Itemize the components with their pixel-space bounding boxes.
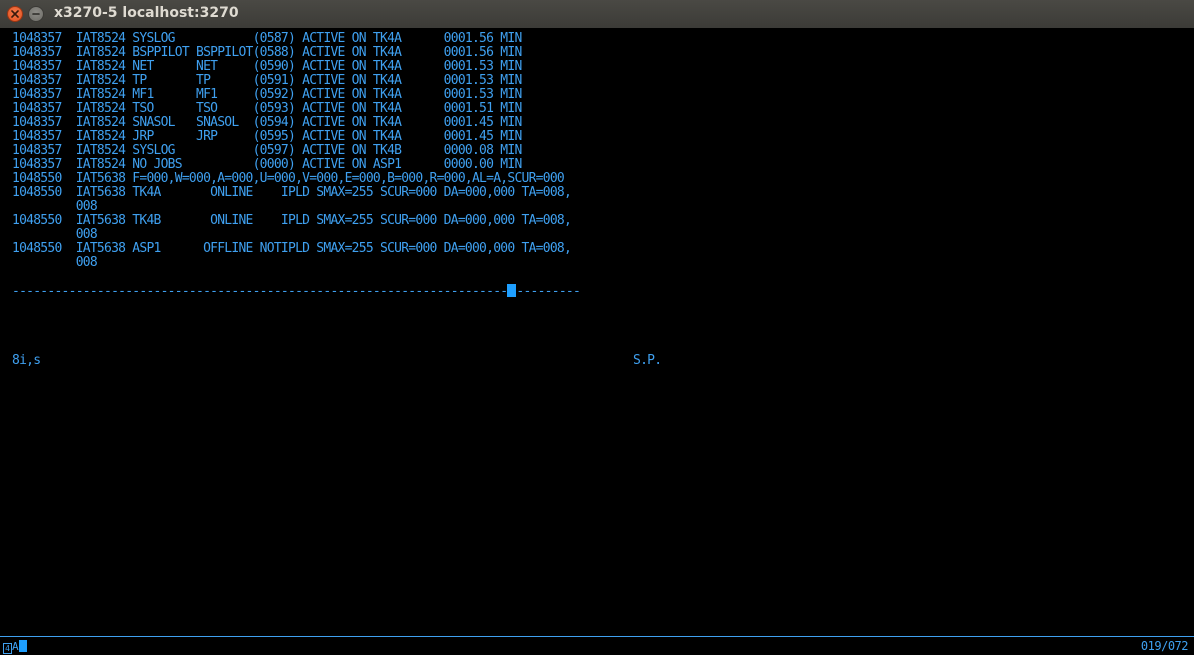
console-line: 1048357 IAT8524 BSPPILOT BSPPILOT(0588) … xyxy=(12,45,522,60)
console-line: 1048357 IAT8524 TP TP (0591) ACTIVE ON T… xyxy=(12,73,522,88)
console-output: 1048357 IAT8524 SYSLOG (0587) ACTIVE ON … xyxy=(12,31,581,299)
console-line: 1048357 IAT8524 JRP JRP (0595) ACTIVE ON… xyxy=(12,129,522,144)
oia-cursor xyxy=(18,640,27,652)
separator-left: ----------------------------------------… xyxy=(12,284,508,299)
window-titlebar[interactable]: x3270-5 localhost:3270 xyxy=(0,0,1194,29)
terminal-screen[interactable]: 1048357 IAT8524 SYSLOG (0587) ACTIVE ON … xyxy=(0,28,1194,636)
console-line: 1048550 IAT5638 TK4A ONLINE IPLD SMAX=25… xyxy=(12,185,572,200)
console-line: 008 xyxy=(12,255,98,270)
console-line: 1048357 IAT8524 SNASOL SNASOL (0594) ACT… xyxy=(12,115,522,130)
separator-line: ----------------------------------------… xyxy=(12,284,581,299)
close-icon xyxy=(11,10,19,18)
console-line: 008 xyxy=(12,199,98,214)
console-line: 1048550 IAT5638 ASP1 OFFLINE NOTIPLD SMA… xyxy=(12,241,572,256)
console-line: 1048550 IAT5638 F=000,W=000,A=000,U=000,… xyxy=(12,171,565,186)
lock-indicator: A xyxy=(12,640,19,653)
window-title: x3270-5 localhost:3270 xyxy=(54,5,239,21)
x3270-window: x3270-5 localhost:3270 1048357 IAT8524 S… xyxy=(0,0,1194,655)
connection-indicator: 4 xyxy=(3,643,12,654)
console-line: 1048550 IAT5638 TK4B ONLINE IPLD SMAX=25… xyxy=(12,213,572,228)
command-input-field[interactable]: 8i,s xyxy=(12,354,41,368)
minimize-window-button[interactable] xyxy=(28,6,44,22)
console-line: 008 xyxy=(12,227,98,242)
separator-right: --------- xyxy=(516,284,581,299)
console-line: 1048357 IAT8524 SYSLOG (0597) ACTIVE ON … xyxy=(12,143,522,158)
oia-status: 4A xyxy=(3,640,27,654)
console-line: 1048357 IAT8524 NET NET (0590) ACTIVE ON… xyxy=(12,59,522,74)
sp-label: S.P. xyxy=(633,353,662,368)
console-line: 1048357 IAT8524 NO JOBS (0000) ACTIVE ON… xyxy=(12,157,522,172)
console-line: 1048357 IAT8524 SYSLOG (0587) ACTIVE ON … xyxy=(12,31,522,46)
cursor-position: 019/072 xyxy=(1140,639,1189,653)
close-window-button[interactable] xyxy=(7,6,23,22)
operator-information-area: 4A 019/072 xyxy=(0,636,1194,655)
console-line: 1048357 IAT8524 TSO TSO (0593) ACTIVE ON… xyxy=(12,101,522,116)
minimize-icon xyxy=(32,13,40,15)
console-line: 1048357 IAT8524 MF1 MF1 (0592) ACTIVE ON… xyxy=(12,87,522,102)
